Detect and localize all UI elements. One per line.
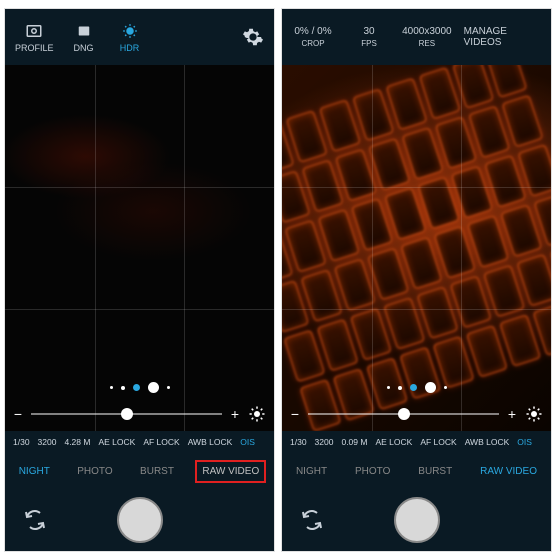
- camera-screen-right: 0% / 0% CROP 30 FPS 4000x3000 RES MANAGE…: [281, 8, 552, 552]
- mode-rawvideo[interactable]: RAW VIDEO: [474, 460, 543, 483]
- minus-icon[interactable]: −: [13, 406, 23, 422]
- switch-camera-icon[interactable]: [300, 508, 324, 532]
- image-icon: [75, 22, 93, 40]
- lens-dot-1[interactable]: [410, 384, 417, 391]
- info-shutter[interactable]: 1/30: [290, 437, 307, 447]
- mode-rawvideo[interactable]: RAW VIDEO: [195, 460, 266, 483]
- dng-button[interactable]: DNG: [68, 22, 100, 53]
- hdr-icon: [121, 22, 139, 40]
- lens-selector[interactable]: [110, 382, 170, 393]
- res-label: RES: [419, 39, 435, 48]
- profile-button[interactable]: PROFILE: [15, 22, 54, 53]
- hdr-label: HDR: [120, 43, 140, 53]
- viewfinder[interactable]: − +: [282, 65, 551, 431]
- info-iso[interactable]: 3200: [315, 437, 334, 447]
- lens-dot-divider: [387, 386, 390, 389]
- crop-button[interactable]: 0% / 0% CROP: [292, 26, 334, 48]
- settings-icon[interactable]: [242, 26, 264, 48]
- exposure-slider[interactable]: [31, 413, 222, 415]
- info-awb-lock[interactable]: AWB LOCK: [465, 437, 510, 447]
- mode-burst[interactable]: BURST: [134, 460, 180, 483]
- mode-row: NIGHT PHOTO BURST RAW VIDEO: [282, 453, 551, 489]
- info-row: 1/30 3200 4.28 M AE LOCK AF LOCK AWB LOC…: [5, 431, 274, 453]
- plus-icon[interactable]: +: [507, 406, 517, 422]
- fps-button[interactable]: 30 FPS: [348, 26, 390, 48]
- shutter-button[interactable]: [117, 497, 163, 543]
- lens-selector[interactable]: [387, 382, 447, 393]
- crop-value: 0% / 0%: [294, 26, 331, 37]
- manage-videos-button[interactable]: MANAGE VIDEOS: [464, 26, 541, 48]
- fps-label: FPS: [361, 39, 377, 48]
- lens-dot-divider: [110, 386, 113, 389]
- topbar: PROFILE DNG HDR: [5, 9, 274, 65]
- info-ois[interactable]: OIS: [240, 437, 255, 447]
- info-ois[interactable]: OIS: [517, 437, 532, 447]
- lens-dot-2[interactable]: [425, 382, 436, 393]
- exposure-slider-row: − +: [290, 405, 543, 423]
- exposure-slider-row: − +: [13, 405, 266, 423]
- profile-icon: [25, 22, 43, 40]
- mode-night[interactable]: NIGHT: [290, 460, 333, 483]
- info-focus[interactable]: 4.28 M: [64, 437, 90, 447]
- shutter-button[interactable]: [394, 497, 440, 543]
- crop-label: CROP: [301, 39, 324, 48]
- info-ae-lock[interactable]: AE LOCK: [375, 437, 412, 447]
- plus-icon[interactable]: +: [230, 406, 240, 422]
- lens-dot-divider: [167, 386, 170, 389]
- fps-value: 30: [363, 26, 374, 37]
- brightness-icon[interactable]: [525, 405, 543, 423]
- minus-icon[interactable]: −: [290, 406, 300, 422]
- info-focus[interactable]: 0.09 M: [341, 437, 367, 447]
- brightness-icon[interactable]: [248, 405, 266, 423]
- mode-photo[interactable]: PHOTO: [349, 460, 396, 483]
- lens-dot-2[interactable]: [148, 382, 159, 393]
- camera-screen-left: PROFILE DNG HDR: [4, 8, 275, 552]
- info-ae-lock[interactable]: AE LOCK: [98, 437, 135, 447]
- res-value: 4000x3000: [402, 26, 452, 37]
- lens-dot-1[interactable]: [133, 384, 140, 391]
- bottom-bar: [5, 489, 274, 551]
- switch-camera-icon[interactable]: [23, 508, 47, 532]
- viewfinder[interactable]: − +: [5, 65, 274, 431]
- res-button[interactable]: 4000x3000 RES: [404, 26, 450, 48]
- topbar: 0% / 0% CROP 30 FPS 4000x3000 RES MANAGE…: [282, 9, 551, 65]
- info-awb-lock[interactable]: AWB LOCK: [188, 437, 233, 447]
- info-af-lock[interactable]: AF LOCK: [143, 437, 179, 447]
- mode-burst[interactable]: BURST: [412, 460, 458, 483]
- mode-night[interactable]: NIGHT: [13, 460, 56, 483]
- lens-dot-0[interactable]: [121, 386, 125, 390]
- mode-photo[interactable]: PHOTO: [71, 460, 118, 483]
- info-row: 1/30 3200 0.09 M AE LOCK AF LOCK AWB LOC…: [282, 431, 551, 453]
- lens-dot-divider: [444, 386, 447, 389]
- mode-row: NIGHT PHOTO BURST RAW VIDEO: [5, 453, 274, 489]
- slider-thumb[interactable]: [121, 408, 133, 420]
- lens-dot-0[interactable]: [398, 386, 402, 390]
- profile-label: PROFILE: [15, 43, 54, 53]
- hdr-button[interactable]: HDR: [114, 22, 146, 53]
- slider-thumb[interactable]: [398, 408, 410, 420]
- dng-label: DNG: [74, 43, 94, 53]
- info-shutter[interactable]: 1/30: [13, 437, 30, 447]
- bottom-bar: [282, 489, 551, 551]
- info-iso[interactable]: 3200: [38, 437, 57, 447]
- info-af-lock[interactable]: AF LOCK: [420, 437, 456, 447]
- exposure-slider[interactable]: [308, 413, 499, 415]
